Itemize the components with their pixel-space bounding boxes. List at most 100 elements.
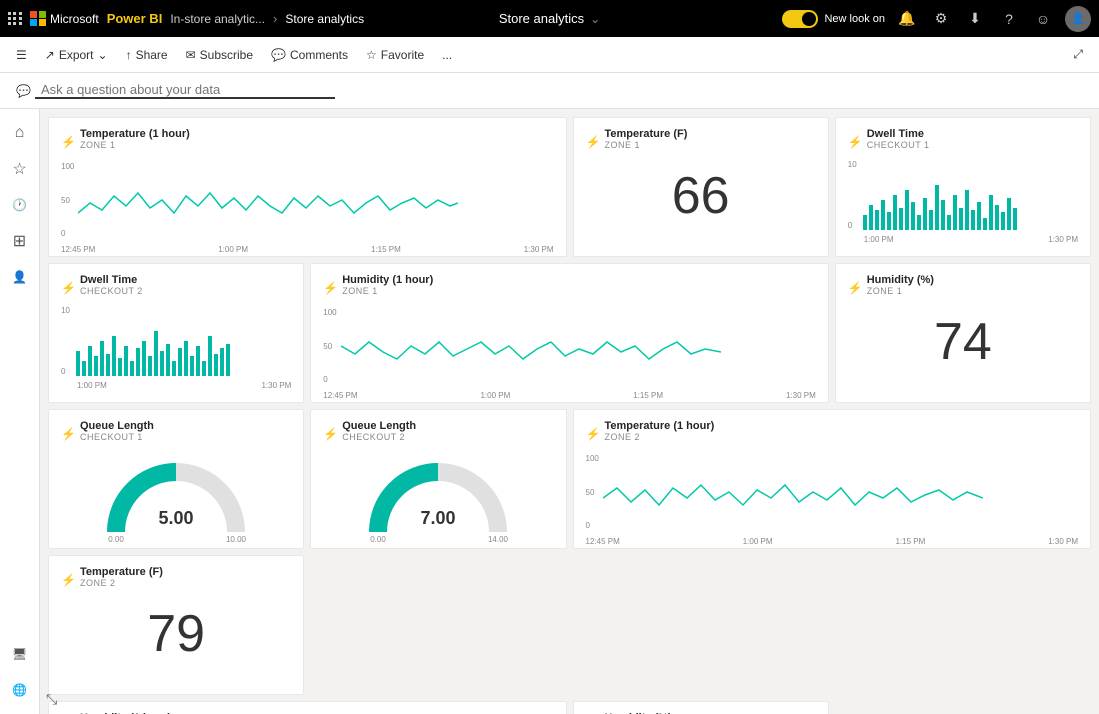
queue-checkout1-title: Queue Length [80, 420, 154, 432]
dwell-checkout1-card: ⚡ Dwell Time CHECKOUT 1 100 [835, 117, 1091, 257]
humidity-zone1-num-title: Humidity (%) [867, 274, 934, 286]
temp-zone2-subtitle: ZONE 2 [604, 432, 714, 442]
share-button[interactable]: ↑ Share [118, 44, 176, 66]
help-icon[interactable]: ? [997, 7, 1021, 31]
download-icon[interactable]: ⬇ [963, 7, 987, 31]
temp-zone2-num-title: Temperature (F) [80, 566, 163, 578]
humidity-zone1-subtitle: ZONE 1 [342, 286, 433, 296]
new-look-toggle-container: New look on [782, 10, 885, 28]
microsoft-label: Microsoft [50, 12, 99, 26]
expand-sidebar-button[interactable]: ☰ [8, 44, 35, 66]
humidity-zone1-chart [341, 304, 721, 389]
humidity-zone1-line-card: ⚡ Humidity (1 hour) ZONE 1 100500 12:45 … [310, 263, 829, 403]
empty-cell-row3 [310, 555, 829, 695]
queue-checkout2-subtitle: CHECKOUT 2 [342, 432, 416, 442]
favorite-icon: ☆ [366, 48, 377, 62]
dwell-checkout2-chart [74, 306, 234, 381]
queue-checkout1-gauge: 5.00 0.00 10.00 [101, 452, 251, 542]
dwell-checkout2-title: Dwell Time [80, 274, 143, 286]
sidebar-item-learn[interactable]: 🌐 [4, 674, 36, 706]
temp-zone1-line-card: ⚡ Temperature (1 hour) ZONE 1 100500 12:… [48, 117, 567, 257]
export-chevron: ⌄ [98, 48, 108, 62]
sidebar-item-apps[interactable]: ⊞ [4, 225, 36, 257]
avatar[interactable]: 👤 [1065, 6, 1091, 32]
main-layout: ⌂ ☆ 🕐 ⊞ 👤 🖥 🌐 ⚡ Temperature (1 hour) ZON… [0, 109, 1099, 714]
dwell-checkout2-card: ⚡ Dwell Time CHECKOUT 2 100 [48, 263, 304, 403]
dwell-checkout1-chart [861, 160, 1021, 235]
subscribe-icon: ✉ [186, 48, 196, 62]
powerbi-logo: Power BI [107, 11, 163, 26]
card-icon-5: ⚡ [323, 281, 338, 295]
humidity-zone1-value: 74 [848, 312, 1078, 372]
bottom-expand-icon[interactable]: ⤡ [46, 691, 57, 708]
humidity-zone2-line-card: ⚡ Humidity (1 hour) ZONE 2 100500 12:45 … [48, 701, 567, 714]
sidebar-item-recent[interactable]: 🕐 [4, 189, 36, 221]
card-icon-10: ⚡ [61, 573, 76, 587]
card-icon-3: ⚡ [848, 135, 863, 149]
dwell-checkout1-title: Dwell Time [867, 128, 930, 140]
more-button[interactable]: ... [434, 44, 460, 66]
dwell-checkout2-subtitle: CHECKOUT 2 [80, 286, 143, 296]
temp-zone1-title: Temperature (1 hour) [80, 128, 190, 140]
card-icon-4: ⚡ [61, 281, 76, 295]
export-icon: ↗ [45, 48, 55, 62]
comments-button[interactable]: 💬 Comments [263, 44, 356, 66]
top-navigation: Microsoft Power BI In-store analytic... … [0, 0, 1099, 37]
svg-text:7.00: 7.00 [421, 508, 456, 528]
new-look-toggle[interactable] [782, 10, 818, 28]
temp-zone2-chart [603, 450, 983, 535]
favorite-button[interactable]: ☆ Favorite [358, 44, 432, 66]
settings-icon[interactable]: ⚙ [929, 7, 953, 31]
queue-checkout1-card: ⚡ Queue Length CHECKOUT 1 5.00 0.00 10.0… [48, 409, 304, 549]
temp-zone2-title: Temperature (1 hour) [604, 420, 714, 432]
title-chevron[interactable]: ⌄ [590, 12, 600, 26]
queue-checkout2-card: ⚡ Queue Length CHECKOUT 2 7.00 0.00 14.0… [310, 409, 566, 549]
subscribe-button[interactable]: ✉ Subscribe [178, 44, 261, 66]
card-icon-1: ⚡ [61, 135, 76, 149]
left-sidebar: ⌂ ☆ 🕐 ⊞ 👤 🖥 🌐 [0, 109, 40, 714]
sidebar-item-home[interactable]: ⌂ [4, 117, 36, 149]
feedback-icon[interactable]: ☺ [1031, 7, 1055, 31]
temp-zone1-labels: 12:45 PM1:00 PM1:15 PM1:30 PM [61, 245, 554, 254]
temp-zone1-num-card: ⚡ Temperature (F) ZONE 1 66 [573, 117, 829, 257]
svg-text:10.00: 10.00 [226, 535, 247, 542]
svg-text:0.00: 0.00 [108, 535, 124, 542]
microsoft-logo: Microsoft [30, 11, 99, 27]
temp-zone2-num-subtitle: ZONE 2 [80, 578, 163, 588]
notifications-icon[interactable]: 🔔 [895, 7, 919, 31]
comments-icon: 💬 [271, 48, 286, 62]
breadcrumb-current: Store analytics [285, 12, 364, 26]
temp-zone2-line-card: ⚡ Temperature (1 hour) ZONE 2 100500 12:… [573, 409, 1092, 549]
breadcrumb-separator: › [273, 11, 277, 26]
sidebar-item-people[interactable]: 👤 [4, 261, 36, 293]
share-icon: ↑ [126, 48, 132, 62]
card-icon-7: ⚡ [61, 427, 76, 441]
sidebar-item-data[interactable]: 🖥 [4, 638, 36, 670]
breadcrumb-parent[interactable]: In-store analytic... [170, 12, 265, 26]
dwell-checkout1-subtitle: CHECKOUT 1 [867, 140, 930, 150]
qa-icon: 💬 [16, 84, 31, 98]
secondary-navigation: ☰ ↗ Export ⌄ ↑ Share ✉ Subscribe 💬 Comme… [0, 37, 1099, 73]
card-icon-2: ⚡ [586, 135, 601, 149]
center-title: Store analytics [499, 11, 584, 26]
dashboard-grid: ⚡ Temperature (1 hour) ZONE 1 100500 12:… [40, 109, 1099, 714]
waffle-menu-icon[interactable] [8, 12, 22, 26]
humidity-zone1-num-subtitle: ZONE 1 [867, 286, 934, 296]
queue-checkout2-title: Queue Length [342, 420, 416, 432]
svg-text:0.00: 0.00 [371, 535, 387, 542]
new-look-label: New look on [824, 13, 885, 25]
card-icon-8: ⚡ [323, 427, 338, 441]
svg-text:5.00: 5.00 [159, 508, 194, 528]
humidity-zone2-num-card: ⚡ Humidity (%) ZONE 2 69 [573, 701, 829, 714]
export-button[interactable]: ↗ Export ⌄ [37, 44, 116, 66]
temp-zone1-num-title: Temperature (F) [604, 128, 687, 140]
temp-zone1-chart [78, 158, 458, 243]
humidity-zone1-labels: 12:45 PM1:00 PM1:15 PM1:30 PM [323, 391, 816, 400]
qa-input[interactable] [35, 82, 335, 99]
qa-bar: 💬 [0, 73, 1099, 109]
fullscreen-button[interactable]: ⤢ [1065, 43, 1091, 66]
queue-checkout1-subtitle: CHECKOUT 1 [80, 432, 154, 442]
svg-text:14.00: 14.00 [488, 535, 509, 542]
sidebar-item-favorites[interactable]: ☆ [4, 153, 36, 185]
humidity-zone1-title: Humidity (1 hour) [342, 274, 433, 286]
